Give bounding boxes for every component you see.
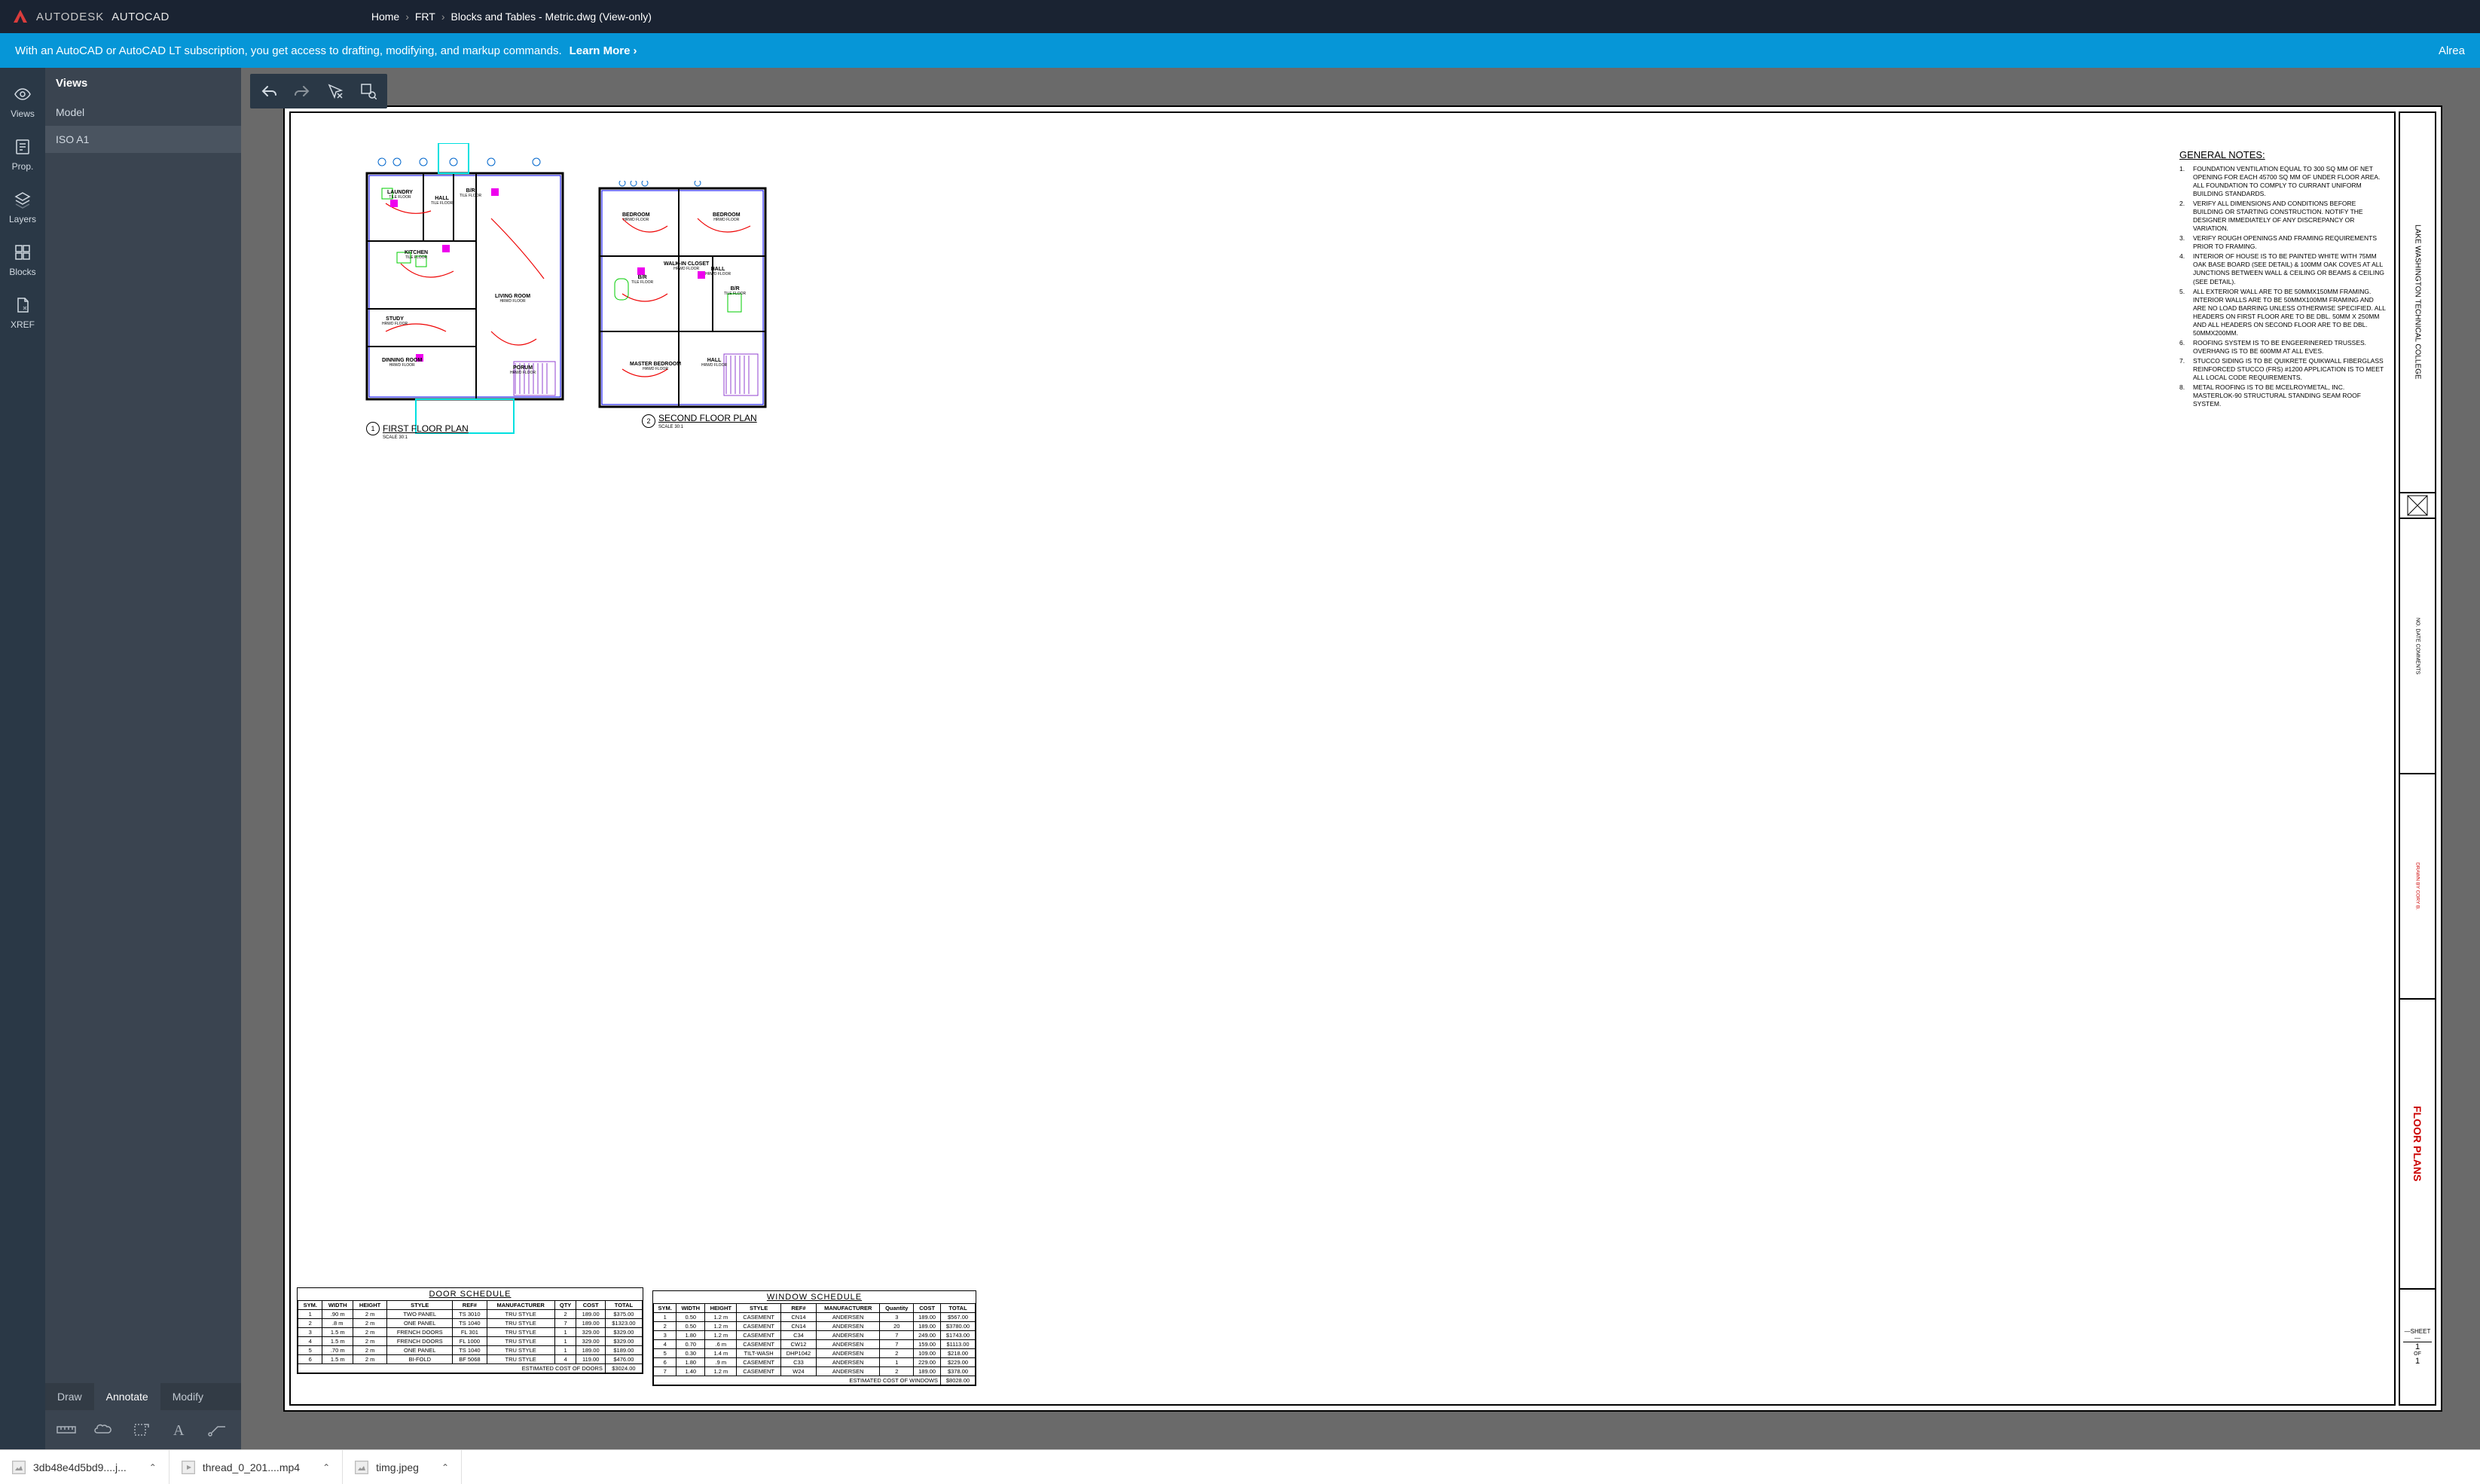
title-block: LAKE WASHINGTON TECHNICAL COLLEGE NO. DA… <box>2399 111 2436 1406</box>
plan2-title: SECOND FLOOR PLAN <box>658 413 757 423</box>
plan2-scale: SCALE 30:1 <box>658 425 683 429</box>
eye-icon <box>13 84 32 104</box>
zoom-window-button[interactable] <box>353 77 384 105</box>
room-bedroom2: BEDROOMHRWD FLOOR <box>713 212 741 222</box>
chevron-up-icon: ⌃ <box>149 1462 157 1473</box>
room-laundry: LAUNDRYTILE FLOOR <box>387 190 413 200</box>
chevron-right-icon: › <box>633 44 637 57</box>
title-bar: AUTODESK AUTOCAD Home › FRT › Blocks and… <box>0 0 2480 33</box>
revcloud-icon[interactable] <box>93 1419 115 1440</box>
side-panel-title: Views <box>45 68 241 99</box>
breadcrumb-home[interactable]: Home <box>371 11 399 23</box>
text-icon[interactable]: A <box>169 1419 190 1440</box>
plan2-circle: 2 <box>642 414 655 428</box>
svg-text:A: A <box>173 1422 185 1438</box>
clear-select-button[interactable] <box>319 77 351 105</box>
learn-more-link[interactable]: Learn More › <box>570 44 637 57</box>
bottom-tabs: Draw Annotate Modify <box>45 1383 241 1410</box>
leader-icon[interactable] <box>206 1419 228 1440</box>
tab-annotate[interactable]: Annotate <box>94 1383 160 1410</box>
rect-select-icon[interactable] <box>131 1419 152 1440</box>
room-walkin: WALK-IN CLOSETHRWD FLOOR <box>664 261 709 271</box>
tab-modify[interactable]: Modify <box>160 1383 215 1410</box>
image-file-icon <box>355 1461 368 1474</box>
banner-right: Alrea <box>2439 44 2465 57</box>
rail-xref[interactable]: XREF <box>0 286 45 339</box>
room-porum: PORUMHRWD FLOOR <box>510 365 536 375</box>
room-hall3: HALLHRWD FLOOR <box>701 358 727 368</box>
view-item-model[interactable]: Model <box>45 99 241 126</box>
chevron-right-icon: › <box>441 11 445 23</box>
breadcrumb-current: Blocks and Tables - Metric.dwg (View-onl… <box>451 11 652 23</box>
rail-layers[interactable]: Layers <box>0 181 45 234</box>
layers-icon <box>13 190 32 209</box>
room-study: STUDYHRWD FLOOR <box>382 316 408 326</box>
rail-blocks[interactable]: Blocks <box>0 234 45 286</box>
first-floor-plan: LAUNDRYTILE FLOOR HALLTILE FLOOR B/RTILE… <box>341 143 582 437</box>
door-schedule: DOOR SCHEDULE SYM.WIDTHHEIGHTSTYLEREF#MA… <box>297 1287 643 1374</box>
autodesk-logo-icon <box>11 7 30 26</box>
breadcrumb-frt[interactable]: FRT <box>415 11 435 23</box>
plan1-scale: SCALE 30:1 <box>383 435 408 440</box>
xref-icon <box>13 295 32 315</box>
side-panel: Views Model ISO A1 Draw Annotate Modify … <box>45 68 241 1449</box>
banner-text: With an AutoCAD or AutoCAD LT subscripti… <box>15 44 562 57</box>
room-master: MASTER BEDROOMHRWD FLOOR <box>630 362 681 371</box>
room-kitchen: KITCHENTILE FLOOR <box>405 250 428 260</box>
plan1-title: FIRST FLOOR PLAN <box>383 423 469 434</box>
download-strip: 3db48e4d5bd9....j... ⌃ thread_0_201....m… <box>0 1449 2480 1484</box>
left-rail: Views Prop. Layers Blocks XREF <box>0 68 45 1449</box>
second-floor-plan: BEDROOMHRWD FLOOR BEDROOMHRWD FLOOR WALK… <box>592 181 773 437</box>
room-bedroom1: BEDROOMHRWD FLOOR <box>622 212 650 222</box>
properties-icon <box>13 137 32 157</box>
viewport-toolbar <box>250 74 387 108</box>
tool-row: A <box>45 1410 241 1449</box>
video-file-icon <box>182 1461 195 1474</box>
measure-icon[interactable] <box>56 1419 77 1440</box>
chevron-up-icon: ⌃ <box>322 1462 330 1473</box>
room-hall: HALLTILE FLOOR <box>431 196 453 206</box>
brand-primary: AUTODESK <box>36 11 104 23</box>
view-item-isoa1[interactable]: ISO A1 <box>45 126 241 153</box>
tab-draw[interactable]: Draw <box>45 1383 94 1410</box>
general-notes: GENERAL NOTES: 1.FOUNDATION VENTILATION … <box>2179 149 2387 410</box>
rail-views[interactable]: Views <box>0 75 45 128</box>
download-item[interactable]: 3db48e4d5bd9....j... ⌃ <box>0 1450 170 1484</box>
chevron-up-icon: ⌃ <box>441 1462 449 1473</box>
room-br: B/RTILE FLOOR <box>460 188 481 198</box>
drawing-sheet: LAUNDRYTILE FLOOR HALLTILE FLOOR B/RTILE… <box>283 105 2442 1412</box>
general-notes-header: GENERAL NOTES: <box>2179 149 2387 162</box>
room-hall2: HALLHRWD FLOOR <box>705 267 731 276</box>
window-schedule: WINDOW SCHEDULE SYM.WIDTHHEIGHTSTYLEREF#… <box>652 1290 976 1386</box>
download-item[interactable]: timg.jpeg ⌃ <box>343 1450 462 1484</box>
room-br2: B/RTILE FLOOR <box>631 275 653 285</box>
image-file-icon <box>12 1461 26 1474</box>
undo-button[interactable] <box>253 77 285 105</box>
breadcrumb: Home › FRT › Blocks and Tables - Metric.… <box>371 11 652 23</box>
blocks-icon <box>13 243 32 262</box>
rail-properties[interactable]: Prop. <box>0 128 45 181</box>
viewport[interactable]: LAUNDRYTILE FLOOR HALLTILE FLOOR B/RTILE… <box>241 68 2480 1449</box>
room-dining: DINNING ROOMHRWD FLOOR <box>382 358 422 368</box>
room-living: LIVING ROOMHRWD FLOOR <box>495 294 530 304</box>
plan1-circle: 1 <box>366 422 380 435</box>
subscription-banner: With an AutoCAD or AutoCAD LT subscripti… <box>0 33 2480 68</box>
download-item[interactable]: thread_0_201....mp4 ⌃ <box>170 1450 343 1484</box>
brand-sub: AUTOCAD <box>111 11 170 23</box>
room-br3: B/RTILE FLOOR <box>724 286 746 296</box>
redo-button[interactable] <box>286 77 318 105</box>
chevron-right-icon: › <box>405 11 409 23</box>
